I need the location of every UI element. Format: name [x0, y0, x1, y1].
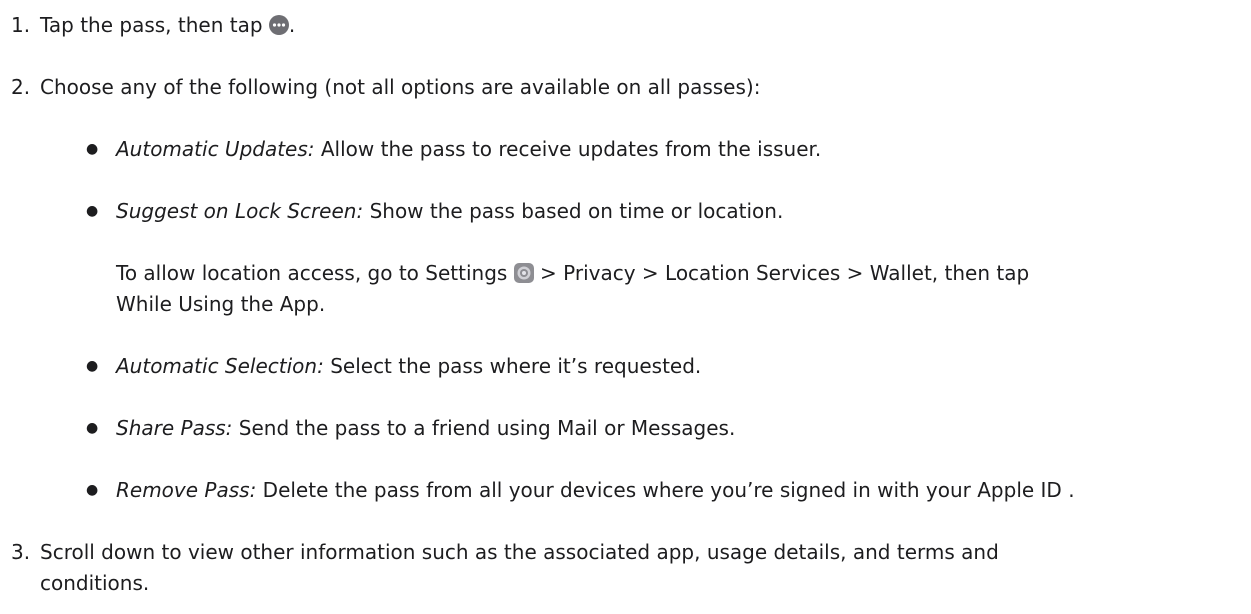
bullet: ● [86, 358, 99, 374]
option-text: Allow the pass to receive updates from t… [320, 137, 822, 161]
bullet: ● [86, 482, 99, 498]
step-1-text: Tap the pass, then tap [40, 13, 263, 37]
option-text: Show the pass based on time or location. [369, 199, 784, 223]
step-text: conditions. [40, 571, 150, 595]
option-term: Remove Pass: [116, 478, 257, 502]
step-number: 2. [11, 75, 31, 99]
option-term: Automatic Selection: [116, 354, 324, 378]
bullet: ● [86, 203, 99, 219]
bullet: ● [86, 420, 99, 436]
option-text: Send the pass to a friend using Mail or … [238, 416, 736, 440]
step-number: 3. [11, 540, 31, 564]
option-content: Share Pass: Send the pass to a friend us… [116, 413, 735, 443]
step-text: Tap the pass, then tap . [40, 10, 295, 43]
note-text: While Using the App. [116, 292, 326, 316]
option-term: Automatic Updates: [116, 137, 315, 161]
bullet: ● [86, 141, 99, 157]
option-content: Suggest on Lock Screen: Show the pass ba… [116, 196, 783, 226]
help-article: 1. Tap the pass, then tap . 2. Choose an… [0, 0, 1251, 614]
step-1-period: . [288, 13, 296, 37]
settings-icon [513, 261, 534, 291]
note-text: To allow location access, go to Settings [116, 261, 508, 285]
option-content: Remove Pass: Delete the pass from all yo… [116, 475, 1075, 505]
more-icon [268, 13, 289, 43]
step-text: Choose any of the following (not all opt… [40, 75, 761, 99]
step-text: Scroll down to view other information su… [40, 540, 999, 564]
note-text-path: > Privacy > Location Services > Wallet, … [540, 261, 1030, 285]
note-content: To allow location access, go to Settings… [116, 258, 1029, 291]
step-number: 1. [11, 13, 31, 37]
option-term: Suggest on Lock Screen: [116, 199, 364, 223]
option-term: Share Pass: [116, 416, 233, 440]
option-text: Delete the pass from all your devices wh… [262, 478, 1075, 502]
option-content: Automatic Selection: Select the pass whe… [116, 351, 701, 381]
option-content: Automatic Updates: Allow the pass to rec… [116, 134, 821, 164]
option-text: Select the pass where it’s requested. [330, 354, 702, 378]
